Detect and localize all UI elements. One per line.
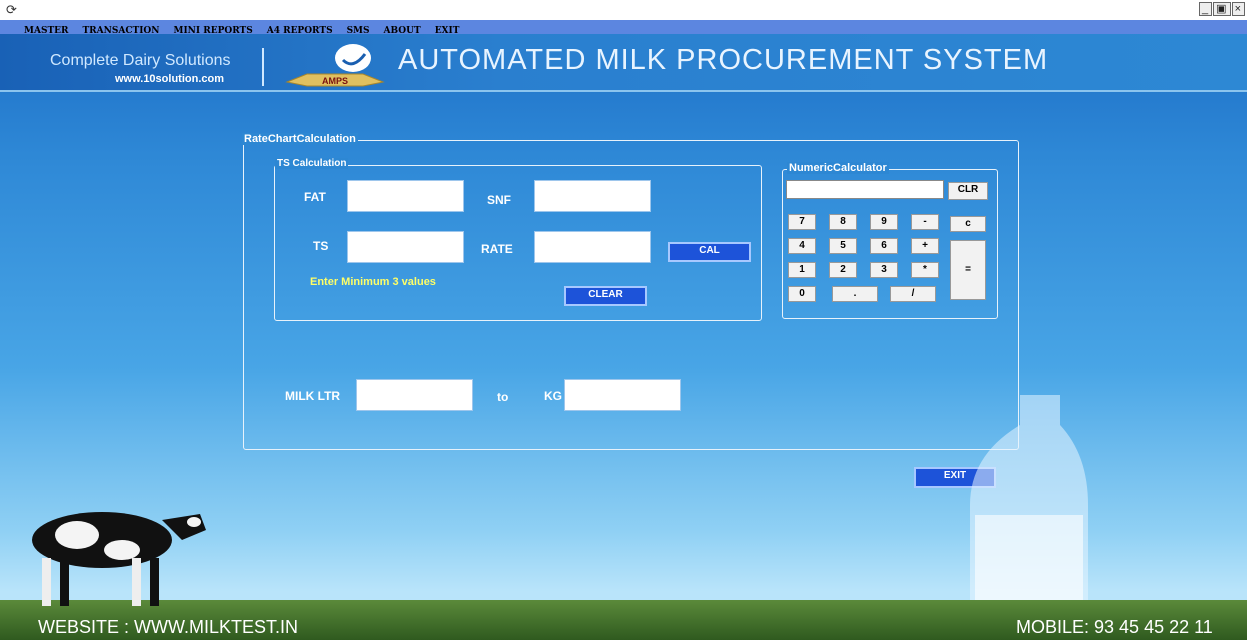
snf-field[interactable]	[534, 180, 651, 212]
app-icon[interactable]: ⟳	[6, 2, 17, 18]
footer-website: WEBSITE : WWW.MILKTEST.IN	[38, 617, 299, 637]
minimize-icon[interactable]: _	[1199, 2, 1213, 16]
calc-key-0[interactable]: 0	[788, 286, 816, 302]
calc-key-dot[interactable]: .	[832, 286, 878, 302]
app-title: AUTOMATED MILK PROCUREMENT SYSTEM	[398, 44, 1049, 76]
footer-mobile: MOBILE: 93 45 45 22 11	[1016, 617, 1213, 637]
window-controls: _ ▣ ×	[1198, 2, 1245, 16]
milk-ltr-label: MILK LTR	[285, 389, 341, 403]
to-label: to	[497, 390, 509, 404]
calc-key-divide[interactable]: /	[890, 286, 936, 302]
calc-key-4[interactable]: 4	[788, 238, 816, 254]
calc-key-7[interactable]: 7	[788, 214, 816, 230]
calc-key-9[interactable]: 9	[870, 214, 898, 230]
kg-field[interactable]	[564, 379, 681, 411]
min-values-hint: Enter Minimum 3 values	[310, 276, 436, 288]
calc-key-multiply[interactable]: *	[911, 262, 939, 278]
brand-tagline: Complete Dairy Solutions	[50, 52, 231, 69]
close-icon[interactable]: ×	[1231, 2, 1245, 16]
fat-field[interactable]	[347, 180, 464, 212]
calc-key-1[interactable]: 1	[788, 262, 816, 278]
amps-logo: AMPS	[285, 44, 385, 87]
calc-key-5[interactable]: 5	[829, 238, 857, 254]
ts-calc-legend: TS Calculation	[275, 158, 349, 169]
calc-key-plus[interactable]: +	[911, 238, 939, 254]
cow-image	[32, 512, 206, 606]
menubar: MASTER TRANSACTION MINI REPORTS A4 REPORTS S…	[0, 20, 1247, 36]
milk-bottle-image	[970, 395, 1088, 600]
calc-key-2[interactable]: 2	[829, 262, 857, 278]
calculator-clr-button[interactable]: CLR	[948, 182, 988, 200]
calc-key-minus[interactable]: -	[911, 214, 939, 230]
kg-label: KG	[544, 389, 562, 403]
calc-key-c[interactable]: c	[950, 216, 986, 232]
rate-chart-legend: RateChartCalculation	[242, 133, 358, 145]
calc-key-3[interactable]: 3	[870, 262, 898, 278]
header-divider	[262, 48, 264, 86]
rate-field[interactable]	[534, 231, 651, 263]
calc-key-6[interactable]: 6	[870, 238, 898, 254]
rate-label: RATE	[481, 242, 513, 256]
calculator-display[interactable]	[786, 180, 944, 199]
calc-key-8[interactable]: 8	[829, 214, 857, 230]
cal-button[interactable]: CAL	[668, 242, 751, 262]
milk-ltr-field[interactable]	[356, 379, 473, 411]
ts-label: TS	[313, 239, 329, 253]
svg-text:AMPS: AMPS	[322, 76, 348, 86]
fat-label: FAT	[304, 190, 326, 204]
clear-button[interactable]: CLEAR	[564, 286, 647, 306]
calculator-legend: NumericCalculator	[787, 162, 889, 174]
brand-site: www.10solution.com	[115, 73, 224, 85]
restore-icon[interactable]: ▣	[1213, 2, 1231, 16]
calc-key-equals[interactable]: =	[950, 240, 986, 300]
window-titlebar: ⟳ _ ▣ ×	[0, 0, 1247, 20]
ts-field[interactable]	[347, 231, 464, 263]
snf-label: SNF	[487, 193, 511, 207]
